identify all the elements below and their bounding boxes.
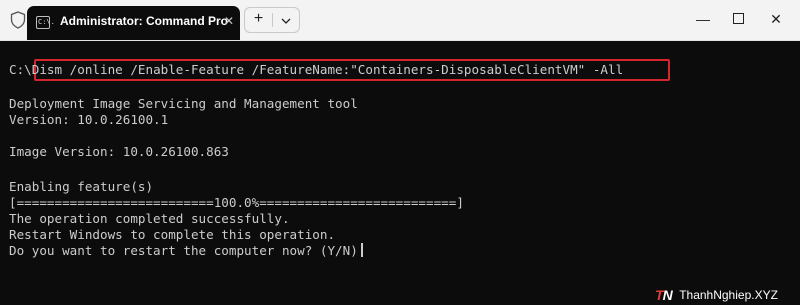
output-line: The operation completed successfully. — [9, 211, 290, 226]
terminal-output[interactable]: C:\Dism /online /Enable-Feature /Feature… — [0, 41, 800, 303]
output-line: Version: 10.0.26100.1 — [9, 112, 169, 127]
maximize-icon — [732, 13, 744, 25]
tab-title: Administrator: Command Pro — [60, 14, 229, 28]
command-line: C:\Dism /online /Enable-Feature /Feature… — [9, 62, 623, 78]
watermark-text: ThanhNghiep.XYZ — [679, 288, 778, 302]
new-tab-control: + — [244, 7, 300, 33]
chevron-down-icon[interactable] — [273, 8, 299, 32]
text-cursor — [360, 243, 363, 257]
close-window-button[interactable]: ✕ — [753, 0, 799, 40]
prompt: C:\ — [9, 62, 32, 77]
progress-line: [==========================100.0%=======… — [9, 195, 464, 210]
command-text: Dism /online /Enable-Feature /FeatureNam… — [31, 62, 624, 77]
output-line: Restart Windows to complete this operati… — [9, 227, 336, 242]
cmd-icon: C:\. — [36, 16, 55, 29]
output-line: Deployment Image Servicing and Managemen… — [9, 96, 358, 111]
new-tab-button[interactable]: + — [245, 8, 272, 32]
restart-prompt-line: Do you want to restart the computer now?… — [9, 243, 363, 259]
watermark: TN ThanhNghiep.XYZ — [655, 287, 778, 305]
output-line: Enabling feature(s) — [9, 179, 154, 194]
watermark-logo: TN — [655, 287, 673, 303]
output-line: Image Version: 10.0.26100.863 — [9, 144, 229, 159]
restart-prompt: Do you want to restart the computer now?… — [9, 243, 358, 258]
close-tab-icon[interactable]: ✕ — [220, 12, 238, 30]
tab-command-prompt[interactable]: C:\. Administrator: Command Pro ✕ — [27, 6, 240, 40]
title-bar: C:\. Administrator: Command Pro ✕ + — ✕ — [0, 0, 800, 41]
shield-icon — [10, 11, 26, 29]
